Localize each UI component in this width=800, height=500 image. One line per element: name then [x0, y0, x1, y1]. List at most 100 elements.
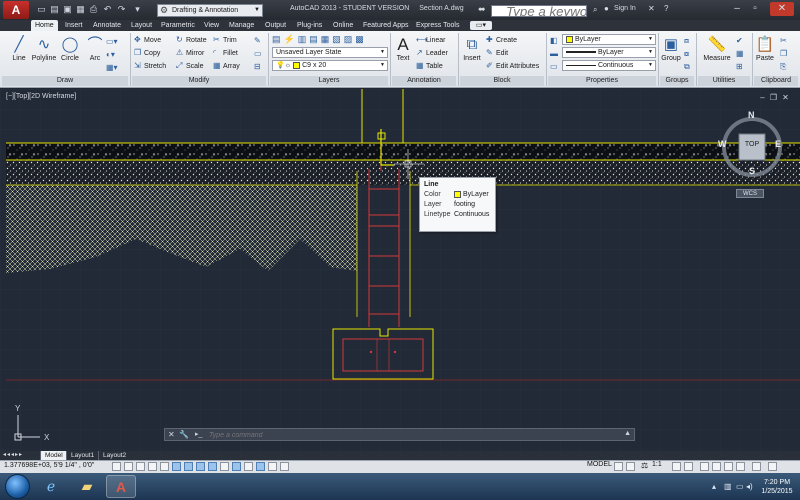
system-clock[interactable]: 7:20 PM 1/25/2015	[757, 478, 797, 496]
redo-icon[interactable]: ↷	[116, 4, 127, 15]
modify-panel-title[interactable]: Modify	[132, 76, 266, 86]
annotation-monitor-toggle[interactable]	[280, 462, 289, 471]
tray-arrow-icon[interactable]: ▴	[712, 482, 716, 491]
coordinates-readout[interactable]: 1.377698E+03, 5'9 1/4" , 0'0"	[4, 462, 94, 469]
clipboard-panel-title[interactable]: Clipboard	[754, 76, 798, 86]
draw-panel-title[interactable]: Draw	[2, 76, 128, 86]
tab-manage[interactable]: Manage	[225, 20, 258, 31]
viewcube-top-face[interactable]: TOP	[739, 141, 765, 148]
help-icon[interactable]: ?	[664, 4, 668, 13]
3d-object-snap-toggle[interactable]	[184, 462, 193, 471]
linear-button[interactable]: ⟷Linear	[416, 34, 445, 45]
annotation-scale-icon[interactable]: ⚖	[641, 461, 648, 470]
utilities-panel-title[interactable]: Utilities	[698, 76, 750, 86]
tab-model[interactable]: Model	[40, 451, 67, 460]
undo-icon[interactable]: ↶	[102, 4, 113, 15]
measure-button[interactable]: 📏 Measure	[702, 35, 732, 62]
insert-button[interactable]: ⧉ Insert	[460, 35, 484, 62]
line-button[interactable]: ╱ Line	[6, 35, 32, 62]
sign-in-link[interactable]: Sign In	[614, 5, 636, 12]
rotate-button[interactable]: ↻ Rotate	[176, 34, 207, 45]
minimize-icon[interactable]: –	[730, 2, 744, 16]
plot-icon[interactable]: ⎙	[88, 4, 99, 15]
workspace-dropdown[interactable]: ⚙ Drafting & Annotation ▼	[157, 4, 263, 17]
infer-constraints-toggle[interactable]	[112, 462, 121, 471]
viewport-controls-label[interactable]: [−][Top][2D Wireframe]	[6, 93, 76, 100]
maximize-icon[interactable]: ▫	[748, 2, 762, 16]
dynamic-input-toggle[interactable]	[220, 462, 229, 471]
table-button[interactable]: ▦ Table	[416, 60, 443, 71]
save-icon[interactable]: ▣	[62, 4, 73, 15]
file-explorer-icon[interactable]: ▰	[72, 475, 102, 498]
modify-extra-tools[interactable]: ✎ ▭ ⊟	[254, 34, 262, 73]
tab-featured-apps[interactable]: Featured Apps	[359, 20, 413, 31]
tab-output[interactable]: Output	[261, 20, 290, 31]
array-button[interactable]: ▦ Array	[213, 60, 240, 71]
wrench-icon[interactable]: 🔧	[179, 430, 189, 439]
tab-navigation-arrows[interactable]: ◂◂◂▸▸	[3, 451, 23, 460]
tab-annotate[interactable]: Annotate	[89, 20, 125, 31]
clipboard-extra-tools[interactable]: ✂ ❐ ⎘	[780, 34, 787, 73]
hardware-acceleration-icon[interactable]	[724, 462, 733, 471]
tab-view[interactable]: View	[200, 20, 223, 31]
tab-parametric[interactable]: Parametric	[157, 20, 199, 31]
autocad-taskbar-icon[interactable]: A	[106, 475, 136, 498]
lineweight-toggle[interactable]	[232, 462, 241, 471]
quick-view-layouts-icon[interactable]	[614, 462, 623, 471]
lineweight-dropdown[interactable]: ByLayer ▼	[562, 47, 656, 58]
viewcube-north[interactable]: N	[748, 110, 755, 120]
battery-icon[interactable]: ▭	[736, 482, 744, 491]
start-button[interactable]	[5, 474, 30, 499]
layers-panel-title[interactable]: Layers	[270, 76, 388, 86]
model-space-button[interactable]: MODEL	[587, 461, 612, 468]
volume-icon[interactable]: ◂)	[746, 482, 753, 491]
trim-button[interactable]: ✂ Trim	[213, 34, 237, 45]
network-icon[interactable]: ▥	[724, 482, 732, 491]
block-panel-title[interactable]: Block	[460, 76, 544, 86]
wcs-menu[interactable]: WCS	[736, 189, 764, 198]
stretch-button[interactable]: ⇲ Stretch	[134, 60, 166, 71]
quick-view-drawings-icon[interactable]	[626, 462, 635, 471]
polyline-button[interactable]: ∿ Polyline	[30, 35, 58, 62]
fillet-button[interactable]: ◜ Fillet	[213, 47, 238, 58]
viewcube-east[interactable]: E	[775, 139, 781, 149]
ortho-mode-toggle[interactable]	[148, 462, 157, 471]
tab-layout2[interactable]: Layout2	[98, 451, 130, 460]
clean-screen-icon[interactable]	[768, 462, 777, 471]
mirror-button[interactable]: ⚠ Mirror	[176, 47, 204, 58]
group-extra-tools[interactable]: ⧈ ⧇ ⧉	[684, 34, 690, 73]
ribbon-minimize-toggle[interactable]: ▭▾	[470, 21, 492, 30]
draw-extra-tools[interactable]: ▭▾ ◐▾ ▦▾	[106, 35, 128, 74]
search-icon[interactable]: ⌕	[593, 5, 597, 15]
close-icon[interactable]: ✕	[168, 430, 175, 439]
command-input[interactable]	[209, 430, 619, 440]
viewcube-west[interactable]: W	[718, 139, 727, 149]
paste-button[interactable]: 📋 Paste	[754, 35, 776, 62]
annotation-visibility-icon[interactable]	[672, 462, 681, 471]
tab-online[interactable]: Online	[329, 20, 357, 31]
binoculars-icon[interactable]: ⬌	[478, 4, 486, 15]
exchange-icon[interactable]: ✕	[648, 4, 655, 13]
scale-button[interactable]: ⤢ Scale	[176, 60, 204, 71]
color-dropdown[interactable]: ByLayer ▼	[562, 34, 656, 45]
leader-button[interactable]: ↗ Leader	[416, 47, 448, 58]
match-properties-icon[interactable]: ◧ ▬ ▭	[550, 34, 558, 73]
workspace-switching-icon[interactable]	[700, 462, 709, 471]
tab-layout1[interactable]: Layout1	[66, 451, 98, 460]
arc-button[interactable]: ⌒ Arc	[84, 35, 106, 62]
save-as-icon[interactable]: ▦	[75, 4, 86, 15]
create-block-button[interactable]: ✚ Create	[486, 34, 517, 45]
viewcube-south[interactable]: S	[749, 166, 755, 176]
grid-display-toggle[interactable]	[136, 462, 145, 471]
application-menu-button[interactable]: A	[3, 1, 29, 19]
object-snap-tracking-toggle[interactable]	[196, 462, 205, 471]
viewport-restore-icon[interactable]: ❐	[769, 93, 778, 102]
groups-panel-title[interactable]: Groups	[660, 76, 694, 86]
auto-scale-icon[interactable]	[684, 462, 693, 471]
search-input[interactable]	[491, 5, 587, 17]
layer-tool-icons[interactable]: ▤⚡▥▤▦▧▨▩	[272, 34, 390, 45]
annotation-panel-title[interactable]: Annotation	[392, 76, 456, 86]
text-button[interactable]: A Text	[392, 35, 414, 63]
current-layer-dropdown[interactable]: 💡☼ C9 x 20 ▼	[272, 60, 388, 71]
annotation-scale-dropdown[interactable]: 1:1	[652, 461, 662, 468]
